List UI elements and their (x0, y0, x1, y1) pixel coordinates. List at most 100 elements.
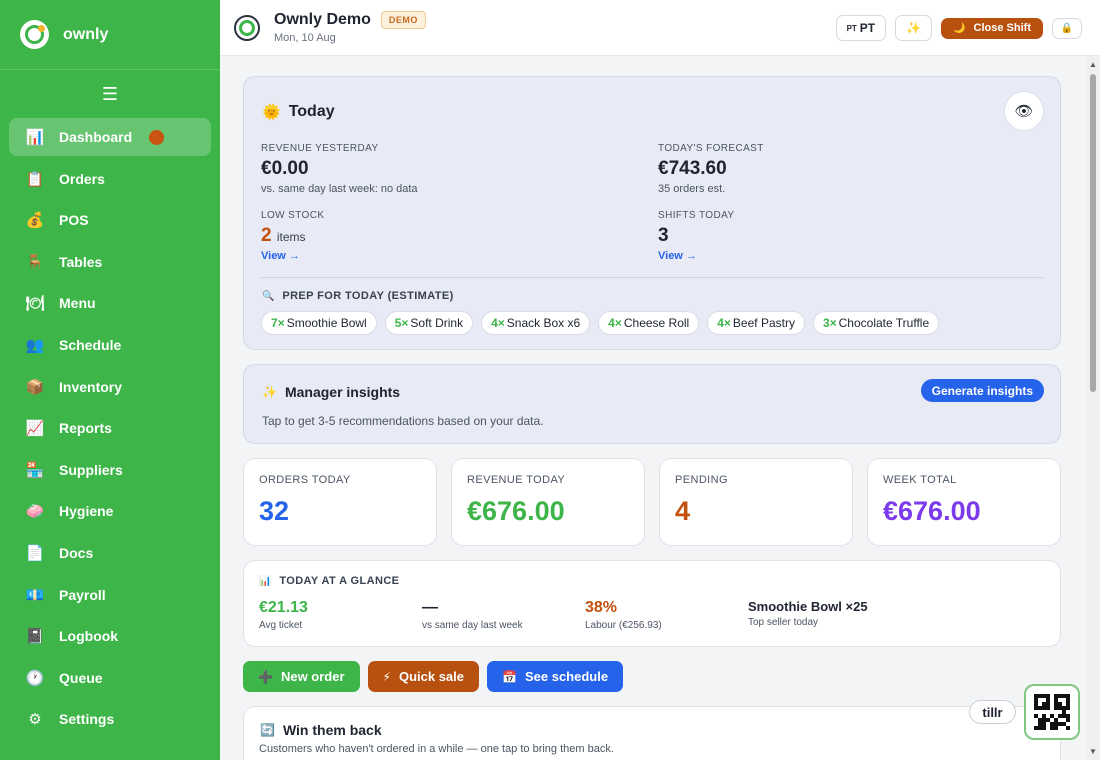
labour-stat: 38% Labour (€256.93) (585, 599, 662, 631)
sidebar-item-dashboard[interactable]: 📊 Dashboard (9, 118, 211, 156)
chip-qty: 4× (717, 316, 731, 330)
sidebar-item-docs[interactable]: 📄 Docs (9, 534, 211, 572)
new-order-button[interactable]: ➕ New order (243, 661, 360, 692)
vs-last-week-stat: — vs same day last week (422, 599, 523, 631)
metric-value: €676.00 (883, 496, 981, 526)
banknote-icon: 💶 (25, 586, 45, 604)
revenue-yesterday-stat: REVENUE YESTERDAY €0.00 vs. same day las… (261, 143, 418, 195)
sidebar-item-label: Suppliers (59, 461, 123, 478)
stat-label: TODAY'S FORECAST (658, 143, 764, 154)
prep-chip[interactable]: 4× Cheese Roll (598, 311, 700, 335)
ownly-logo-icon (20, 20, 49, 49)
money-bag-icon: 💰 (25, 212, 45, 230)
app-root: ownly ☰ 📊 Dashboard 📋 Orders 💰 POS 🪑 Tab… (0, 0, 1100, 760)
stat-value: €0.00 (261, 158, 309, 179)
avg-ticket-label: Avg ticket (259, 620, 303, 631)
avg-ticket-value: €21.13 (259, 599, 308, 616)
sidebar-item-label: Payroll (59, 586, 106, 603)
tillr-badge[interactable]: tillr (969, 700, 1016, 724)
see-schedule-label: See schedule (524, 669, 609, 684)
ai-sparkle-button[interactable]: ✨ (895, 15, 933, 41)
labour-value: 38% (585, 599, 618, 616)
prep-chip[interactable]: 4× Snack Box x6 (481, 311, 591, 335)
divider (260, 277, 1044, 278)
sidebar-item-label: Reports (59, 420, 112, 437)
scroll-up-icon[interactable]: ▲ (1089, 60, 1097, 69)
low-stock-view-link[interactable]: View → (261, 250, 324, 262)
prep-chip[interactable]: 3× Chocolate Truffle (812, 311, 940, 335)
see-schedule-button[interactable]: 📅 See schedule (487, 661, 624, 692)
today-heading: 🌞 Today (262, 103, 335, 121)
language-button[interactable]: PT PT (835, 15, 887, 41)
sidebar-item-suppliers[interactable]: 🏪 Suppliers (9, 451, 211, 489)
vs-last-week-value: — (422, 599, 438, 616)
metric-orders-today: ORDERS TODAY 32 (243, 458, 437, 546)
lock-button[interactable]: 🔒 (1052, 17, 1082, 39)
chip-name: Snack Box x6 (506, 316, 581, 330)
menu-toggle-icon[interactable]: ☰ (0, 70, 220, 118)
generate-insights-button[interactable]: Generate insights (920, 379, 1044, 402)
stat-value: 3 (658, 225, 669, 246)
sidebar-item-label: Dashboard (59, 129, 133, 145)
scroll-down-icon[interactable]: ▼ (1089, 747, 1097, 756)
current-date: Mon, 10 Aug (274, 32, 336, 44)
sidebar-item-orders[interactable]: 📋 Orders (9, 160, 211, 198)
sidebar-item-tables[interactable]: 🪑 Tables (9, 243, 211, 281)
people-icon: 👥 (25, 336, 45, 354)
calendar-icon: 📅 (502, 669, 517, 684)
language-label: PT (859, 21, 876, 35)
soap-icon: 🧼 (25, 503, 45, 521)
scroll-thumb[interactable] (1090, 74, 1096, 392)
chip-name: Cheese Roll (623, 316, 690, 330)
brand[interactable]: ownly (0, 0, 220, 70)
prep-chip[interactable]: 7× Smoothie Bowl (261, 311, 377, 335)
sidebar-item-schedule[interactable]: 👥 Schedule (9, 326, 211, 364)
chip-name: Beef Pastry (732, 316, 795, 330)
today-title: Today (288, 103, 335, 120)
qr-code-button[interactable] (1024, 684, 1080, 740)
notification-dot (149, 129, 165, 145)
sidebar-item-queue[interactable]: 🕐 Queue (9, 659, 211, 697)
top-seller-value: Smoothie Bowl ×25 (748, 599, 868, 614)
lightning-icon: ⚡ (382, 669, 391, 684)
top-seller-label: Top seller today (748, 617, 819, 628)
prep-chip[interactable]: 4× Beef Pastry (707, 311, 805, 335)
org-info: Ownly Demo DEMO Mon, 10 Aug (274, 11, 426, 44)
sidebar-item-hygiene[interactable]: 🧼 Hygiene (9, 492, 211, 530)
sidebar-item-pos[interactable]: 💰 POS (9, 201, 211, 239)
sidebar-item-reports[interactable]: 📈 Reports (9, 409, 211, 447)
sidebar-item-label: Inventory (59, 378, 123, 395)
clipboard-icon: 📋 (25, 170, 45, 188)
sidebar-item-inventory[interactable]: 📦 Inventory (9, 368, 211, 406)
chip-qty: 3× (822, 316, 837, 330)
winback-subtitle: Customers who haven't ordered in a while… (259, 743, 614, 755)
metric-value: 32 (259, 496, 290, 526)
metric-label: REVENUE TODAY (467, 474, 566, 486)
quick-sale-button[interactable]: ⚡ Quick sale (367, 661, 480, 692)
org-logo-icon (234, 14, 260, 41)
sidebar-item-menu[interactable]: 🍽 Menu (9, 284, 211, 322)
sidebar-item-payroll[interactable]: 💶 Payroll (9, 576, 211, 614)
prep-chip[interactable]: 5× Soft Drink (384, 311, 474, 335)
new-order-label: New order (280, 669, 345, 684)
labour-label: Labour (€256.93) (585, 620, 662, 631)
stat-sub: vs. same day last week: no data (261, 183, 418, 195)
sidebar-item-label: Schedule (59, 336, 122, 353)
shifts-view-link[interactable]: View → (658, 250, 734, 262)
plus-icon: ➕ (258, 669, 273, 684)
qr-code-icon (1034, 694, 1070, 730)
main-scrollbar[interactable]: ▲ ▼ (1086, 56, 1100, 760)
sidebar-item-logbook[interactable]: 📓 Logbook (9, 617, 211, 655)
plate-icon: 🍽 (25, 295, 45, 313)
sidebar-item-settings[interactable]: ⚙ Settings (9, 700, 211, 738)
eye-toggle-button[interactable]: 👁 (1004, 91, 1044, 131)
metric-label: WEEK TOTAL (883, 474, 957, 486)
insights-title: Manager insights (284, 384, 401, 400)
chip-qty: 4× (608, 316, 622, 330)
low-stock-unit: items (276, 230, 306, 244)
top-actions: PT PT ✨ 🌙 Close Shift 🔒 (835, 15, 1082, 41)
main-content: 🌞 Today 👁 REVENUE YESTERDAY €0.00 vs. sa… (220, 56, 1086, 760)
bar-chart-icon: 📊 (259, 576, 272, 587)
chart-icon: 📈 (25, 420, 45, 438)
close-shift-button[interactable]: 🌙 Close Shift (941, 17, 1043, 39)
